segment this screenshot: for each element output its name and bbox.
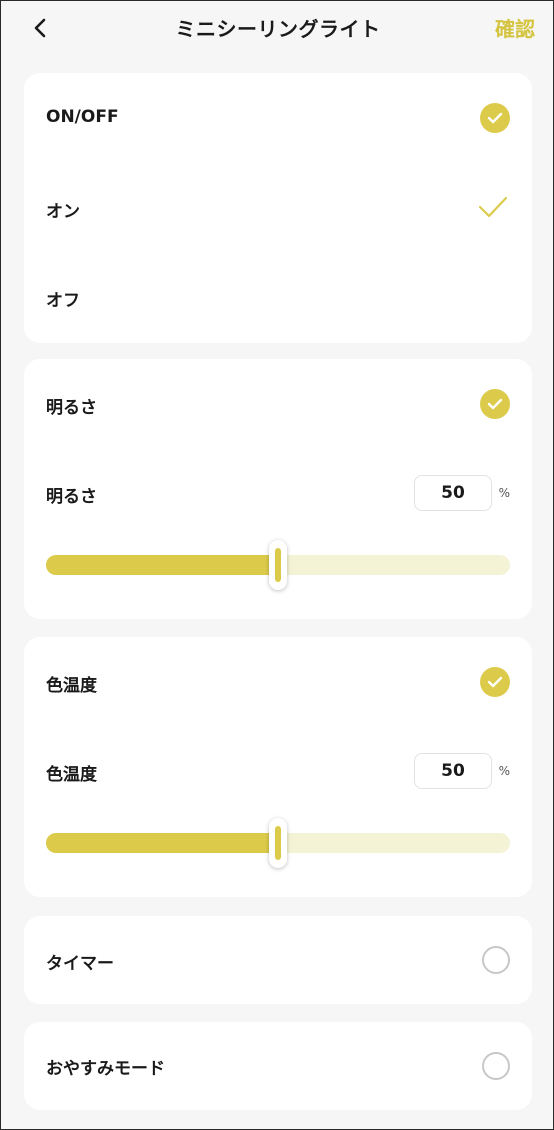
slider-thumb[interactable] bbox=[269, 818, 287, 868]
timer-label: タイマー bbox=[46, 954, 114, 974]
check-icon bbox=[487, 398, 503, 410]
confirm-button[interactable]: 確認 bbox=[495, 13, 535, 42]
power-section-label: ON/OFF bbox=[46, 107, 119, 127]
color-temp-section-toggle[interactable] bbox=[480, 667, 510, 697]
check-icon bbox=[487, 676, 503, 688]
brightness-card: 明るさ 明るさ 50 % bbox=[24, 359, 532, 619]
page-title: ミニシーリングライト bbox=[175, 17, 381, 41]
color-temp-card: 色温度 色温度 50 % bbox=[24, 637, 532, 897]
brightness-section-toggle[interactable] bbox=[480, 389, 510, 419]
brightness-label: 明るさ bbox=[46, 487, 97, 507]
color-temp-value-input[interactable]: 50 bbox=[414, 753, 492, 789]
timer-radio[interactable] bbox=[482, 946, 510, 974]
slider-fill bbox=[46, 555, 278, 575]
sleep-mode-card[interactable]: おやすみモード bbox=[24, 1022, 532, 1110]
brightness-section-label: 明るさ bbox=[46, 398, 97, 418]
slider-fill bbox=[46, 833, 278, 853]
sleep-mode-label: おやすみモード bbox=[46, 1059, 165, 1079]
color-temp-unit: % bbox=[498, 764, 510, 778]
slider-thumb[interactable] bbox=[269, 540, 287, 590]
top-bar: ミニシーリングライト 確認 bbox=[1, 1, 554, 55]
check-icon bbox=[487, 112, 503, 124]
power-section-toggle[interactable] bbox=[480, 103, 510, 133]
brightness-value-input[interactable]: 50 bbox=[414, 475, 492, 511]
color-temp-slider[interactable] bbox=[46, 818, 510, 868]
app-screen: ミニシーリングライト 確認 ON/OFF オン オフ 明るさ 明るさ 50 % bbox=[0, 0, 554, 1130]
sleep-mode-radio[interactable] bbox=[482, 1052, 510, 1080]
power-option-off[interactable]: オフ bbox=[46, 286, 80, 311]
color-temp-section-label: 色温度 bbox=[46, 676, 97, 696]
brightness-slider[interactable] bbox=[46, 540, 510, 590]
power-option-on[interactable]: オン bbox=[46, 197, 80, 222]
timer-card[interactable]: タイマー bbox=[24, 916, 532, 1004]
selected-check-icon bbox=[478, 196, 508, 218]
brightness-unit: % bbox=[498, 486, 510, 500]
color-temp-label: 色温度 bbox=[46, 765, 97, 785]
power-card: ON/OFF オン オフ bbox=[24, 73, 532, 343]
